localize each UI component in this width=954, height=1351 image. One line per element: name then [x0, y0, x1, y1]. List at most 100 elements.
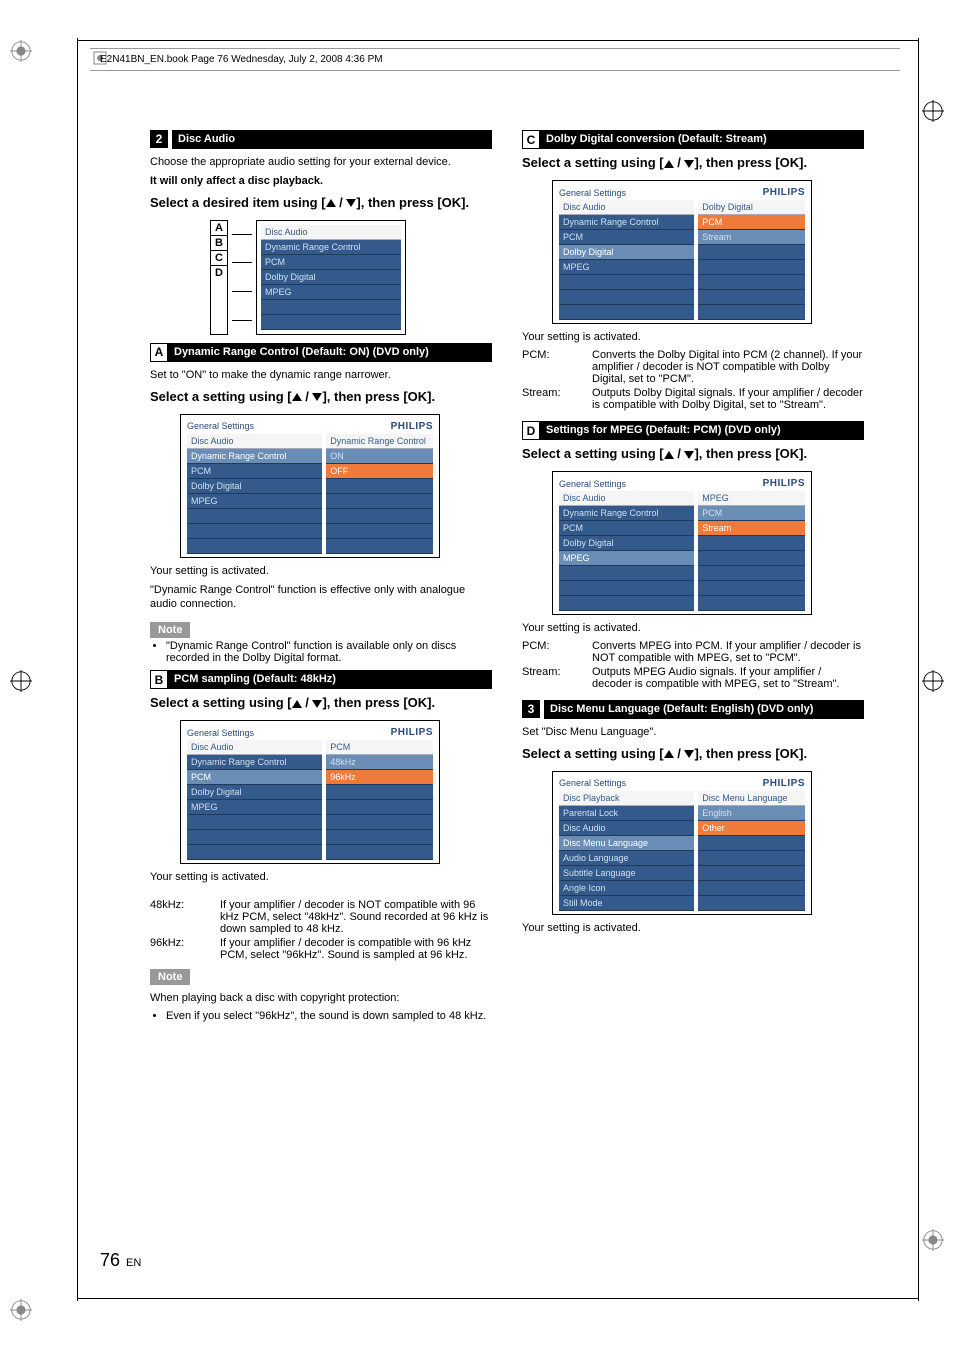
header-separator	[90, 70, 900, 71]
definition-row: 96kHz:If your amplifier / decoder is com…	[150, 937, 492, 961]
subsection-title: Settings for MPEG (Default: PCM) (DVD on…	[540, 421, 864, 440]
menu-title: General Settings	[559, 188, 626, 198]
definition-row: 48kHz:If your amplifier / decoder is NOT…	[150, 899, 492, 935]
crop-line	[77, 1298, 919, 1299]
def-term: Stream:	[522, 387, 592, 411]
menu-item-empty	[559, 581, 694, 596]
def-text: If your amplifier / decoder is NOT compa…	[220, 899, 492, 935]
subsection-b-head: B PCM sampling (Default: 48kHz)	[150, 670, 492, 689]
submenu-item-empty	[261, 300, 401, 315]
menu-option-empty	[698, 581, 805, 596]
menu-option-empty	[326, 845, 433, 860]
menu-option-empty	[698, 551, 805, 566]
up-arrow-icon	[326, 199, 336, 207]
letter-label: C	[522, 130, 540, 149]
label-c: C	[211, 251, 227, 266]
menu-option-empty	[698, 596, 805, 611]
menu-option-empty	[326, 494, 433, 509]
menu-right-header: Disc Menu Language	[698, 791, 805, 806]
settings-menu-3: General SettingsPHILIPS Disc Playback Pa…	[552, 771, 812, 915]
note-item: "Dynamic Range Control" function is avai…	[166, 640, 492, 664]
note-intro: When playing back a disc with copyright …	[150, 991, 492, 1006]
body-text: Set "Disc Menu Language".	[522, 725, 864, 740]
label-a: A	[211, 221, 227, 236]
page-lang: EN	[126, 1257, 141, 1269]
menu-item: MPEG	[187, 494, 322, 509]
section-number: 2	[150, 130, 168, 148]
instruction: Select a setting using [ / ], then press…	[150, 389, 492, 406]
header-meta: E2N41BN_EN.book Page 76 Wednesday, July …	[100, 54, 383, 65]
menu-item-empty	[187, 845, 322, 860]
def-term: Stream:	[522, 666, 592, 690]
menu-option-empty	[698, 896, 805, 911]
subsection-title: Dolby Digital conversion (Default: Strea…	[540, 130, 864, 149]
menu-option-empty	[326, 524, 433, 539]
menu-item: Audio Language	[559, 851, 694, 866]
menu-option-empty	[326, 539, 433, 554]
subsection-title: Dynamic Range Control (Default: ON) (DVD…	[168, 343, 492, 362]
menu-item: PCM	[559, 230, 694, 245]
menu-option-empty	[698, 536, 805, 551]
menu-option-empty	[698, 245, 805, 260]
settings-menu-d: General SettingsPHILIPS Disc Audio Dynam…	[552, 471, 812, 615]
menu-item-empty	[187, 539, 322, 554]
note-label: Note	[150, 969, 190, 985]
up-arrow-icon	[664, 160, 674, 168]
menu-left-header: Disc Audio	[187, 740, 322, 755]
letter-label: B	[150, 670, 168, 689]
menu-item: Dynamic Range Control	[559, 215, 694, 230]
menu-right-header: Dolby Digital	[698, 200, 805, 215]
menu-title: General Settings	[187, 421, 254, 431]
disc-audio-submenu: Disc Audio Dynamic Range Control PCM Dol…	[256, 220, 406, 335]
registration-mark-icon	[922, 100, 944, 122]
menu-item: Parental Lock	[559, 806, 694, 821]
submenu-item-empty	[261, 315, 401, 330]
label-d: D	[211, 266, 227, 280]
page-number-value: 76	[100, 1250, 120, 1270]
settings-menu-c: General SettingsPHILIPS Disc Audio Dynam…	[552, 180, 812, 324]
menu-option-empty	[698, 566, 805, 581]
menu-item: PCM	[187, 464, 322, 479]
menu-option-empty	[326, 785, 433, 800]
menu-item-empty	[559, 596, 694, 611]
down-arrow-icon	[684, 750, 694, 758]
crop-line	[77, 38, 78, 1301]
body-text-bold: It will only affect a disc playback.	[150, 174, 492, 189]
menu-item: Dolby Digital	[559, 245, 694, 260]
menu-item: Subtitle Language	[559, 866, 694, 881]
menu-item: PCM	[559, 521, 694, 536]
menu-item-empty	[559, 305, 694, 320]
menu-option-selected: Stream	[698, 521, 805, 536]
menu-option-empty	[698, 836, 805, 851]
subsection-c-head: C Dolby Digital conversion (Default: Str…	[522, 130, 864, 149]
menu-option-empty	[698, 851, 805, 866]
def-term: PCM:	[522, 349, 592, 385]
subsection-d-head: D Settings for MPEG (Default: PCM) (DVD …	[522, 421, 864, 440]
menu-option: English	[698, 806, 805, 821]
menu-item: Disc Audio	[559, 821, 694, 836]
menu-option-empty	[698, 881, 805, 896]
menu-item: Dynamic Range Control	[559, 506, 694, 521]
menu-title: General Settings	[559, 778, 626, 788]
menu-option-selected: OFF	[326, 464, 433, 479]
instruction: Select a setting using [ / ], then press…	[150, 695, 492, 712]
definition-row: PCM:Converts the Dolby Digital into PCM …	[522, 349, 864, 385]
def-text: Outputs MPEG Audio signals. If your ampl…	[592, 666, 864, 690]
settings-menu-b: General SettingsPHILIPS Disc Audio Dynam…	[180, 720, 440, 864]
letter-label: D	[522, 421, 540, 440]
menu-option-empty	[698, 866, 805, 881]
definition-row: Stream:Outputs MPEG Audio signals. If yo…	[522, 666, 864, 690]
menu-item-empty	[559, 290, 694, 305]
header-separator	[90, 48, 900, 49]
menu-option: PCM	[698, 506, 805, 521]
registration-mark-icon	[10, 670, 32, 692]
page-number: 76 EN	[100, 1250, 141, 1271]
body-text: Your setting is activated.	[522, 921, 864, 936]
menu-item-empty	[559, 566, 694, 581]
instruction: Select a desired item using [ / ], then …	[150, 195, 492, 212]
abcd-callout: A B C D Disc Audio Dynamic Range Control…	[210, 220, 492, 335]
menu-item-empty	[187, 830, 322, 845]
menu-item-empty	[559, 275, 694, 290]
def-term: 96kHz:	[150, 937, 220, 961]
menu-item: Disc Menu Language	[559, 836, 694, 851]
